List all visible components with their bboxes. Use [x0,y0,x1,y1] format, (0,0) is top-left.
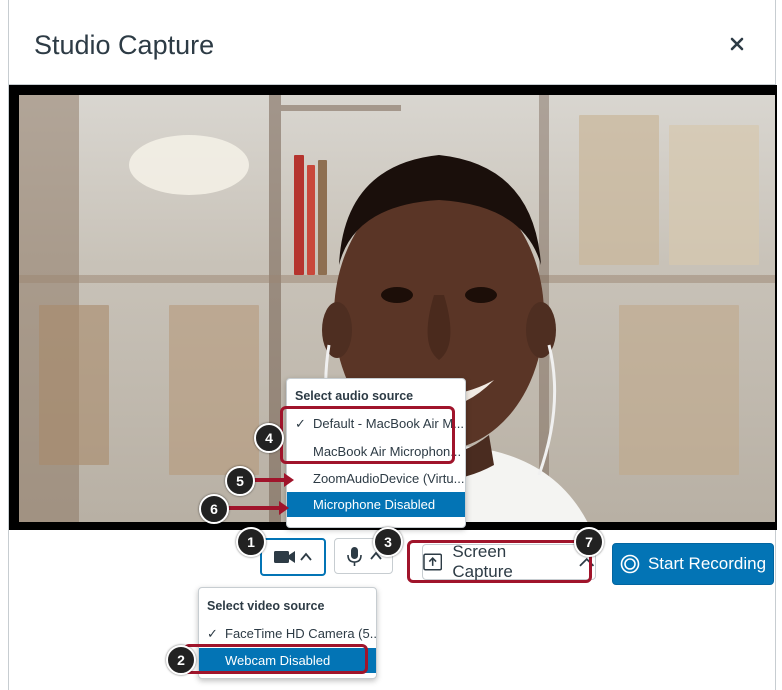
audio-option-label: Microphone Disabled [313,497,436,512]
callout-1: 1 [236,527,266,557]
video-option-label: FaceTime HD Camera (5... [225,626,376,641]
highlight-box-audio-options [280,406,455,464]
audio-option-microphone-disabled[interactable]: Microphone Disabled [287,492,465,517]
callout-3: 3 [373,527,403,557]
callout-2: 2 [166,645,196,675]
checkmark-icon: ✓ [207,626,218,641]
video-camera-icon [274,551,312,563]
record-icon [620,554,640,574]
audio-option-label: ZoomAudioDevice (Virtu... [313,471,465,486]
video-source-button[interactable] [260,538,326,576]
dialog-title: Studio Capture [34,30,215,60]
audio-option-zoom[interactable]: ZoomAudioDevice (Virtu... [287,466,465,491]
close-button[interactable] [726,33,748,55]
arrow-6 [223,501,289,515]
studio-capture-dialog: Studio Capture Select audio source ✓ Def… [8,0,777,690]
audio-menu-header: Select audio source [295,389,414,403]
arrow-5 [250,473,294,487]
callout-5: 5 [225,466,255,496]
callout-6: 6 [199,494,229,524]
start-recording-label: Start Recording [647,554,767,573]
highlight-box-webcam-disabled [183,644,368,674]
close-icon [730,37,744,51]
callout-4: 4 [254,423,284,453]
highlight-box-screen-capture [407,540,592,583]
start-recording-button[interactable]: Start Recording [612,543,774,585]
video-option-facetime[interactable]: ✓ FaceTime HD Camera (5... [199,621,376,646]
video-menu-header: Select video source [207,599,325,613]
callout-7: 7 [574,527,604,557]
